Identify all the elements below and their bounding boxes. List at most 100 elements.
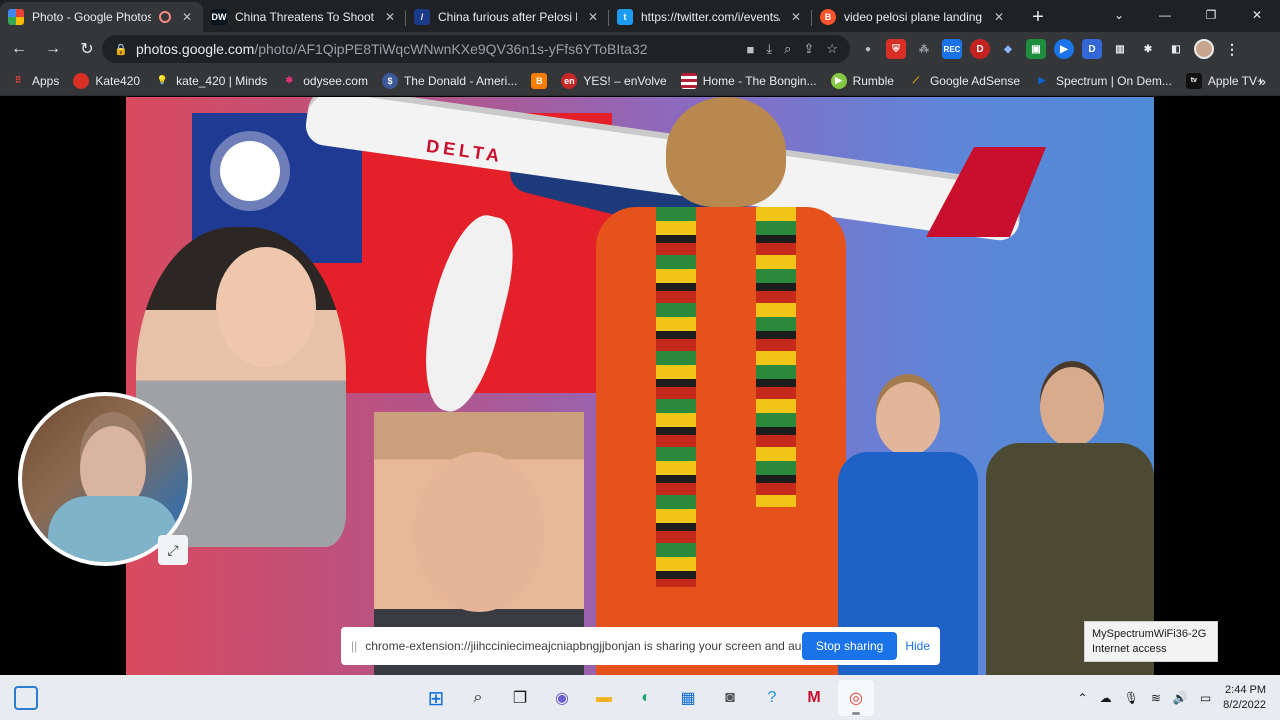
bookmark-odysee[interactable]: ✱ odysee.com bbox=[281, 73, 368, 89]
system-tray: ⌃ ☁ 🎙 ≋ 🔊 ▭ 2:44 PM 8/2/2022 bbox=[1078, 675, 1266, 720]
minimize-icon[interactable]: — bbox=[1142, 0, 1188, 30]
bookmark-label: odysee.com bbox=[303, 73, 368, 88]
bookmark-minds[interactable]: 💡 kate_420 | Minds bbox=[154, 73, 267, 89]
active-indicator bbox=[852, 712, 860, 715]
tab-label: China furious after Pelosi lan bbox=[438, 10, 577, 24]
edge-icon[interactable]: ◐ bbox=[628, 680, 664, 716]
dashlane-extension-icon[interactable]: D bbox=[1082, 39, 1102, 59]
bookmark-star-icon[interactable]: ☆ bbox=[826, 41, 838, 57]
bookmark-apple-tv[interactable]: tv Apple TV+ bbox=[1185, 72, 1264, 89]
shield-extension-icon[interactable]: ⛨ bbox=[886, 39, 906, 59]
url-path: /photo/AF1QipPE8TiWqcWNwnKXe9QV36n1s-yFf… bbox=[254, 41, 648, 57]
task-view-icon[interactable]: ❐ bbox=[502, 680, 538, 716]
forward-arrow-icon[interactable]: → bbox=[38, 34, 68, 64]
close-tab-icon[interactable]: ✕ bbox=[585, 10, 601, 24]
tab-video-pelosi[interactable]: B video pelosi plane landing ta ✕ bbox=[812, 2, 1015, 32]
tab-china-furious[interactable]: / China furious after Pelosi lan ✕ bbox=[406, 2, 609, 32]
volume-icon[interactable]: 🔊 bbox=[1173, 691, 1188, 705]
kneeling-woman-hair bbox=[666, 97, 786, 207]
expand-icon[interactable]: ⤢ bbox=[158, 535, 188, 565]
address-bar[interactable]: 🔒 photos.google.com/photo/AF1QipPE8TiWqc… bbox=[102, 35, 850, 63]
waving-woman-face bbox=[216, 247, 316, 367]
drop-extension-icon[interactable]: ● bbox=[858, 39, 878, 59]
restore-icon[interactable]: ❐ bbox=[1188, 0, 1234, 30]
onedrive-icon[interactable]: ☁ bbox=[1100, 691, 1112, 705]
stop-sharing-button[interactable]: Stop sharing bbox=[801, 632, 898, 660]
camera-app-icon[interactable]: ◙ bbox=[712, 680, 748, 716]
chevron-up-icon[interactable]: ⌃ bbox=[1078, 691, 1088, 705]
profile-avatar[interactable] bbox=[1194, 39, 1214, 59]
video-extension-icon[interactable]: ▶ bbox=[1054, 39, 1074, 59]
wifi-icon[interactable]: ≋ bbox=[1151, 691, 1161, 705]
side-panel-icon[interactable]: ◧ bbox=[1166, 39, 1186, 59]
zoom-icon[interactable]: ⌕ bbox=[784, 41, 791, 57]
camera-icon[interactable]: ■ bbox=[747, 42, 755, 57]
tab-twitter-events[interactable]: t https://twitter.com/i/events/ ✕ bbox=[609, 2, 812, 32]
microphone-icon[interactable]: 🎙 bbox=[1124, 691, 1139, 705]
windows-taskbar: ⊞ ⌕ ❐ ◉ ▬ ◐ ▦ ◙ ? M ◎ ⌃ ☁ 🎙 ≋ 🔊 ▭ 2:44 P… bbox=[0, 675, 1280, 720]
bookmark-the-donald[interactable]: $ The Donald - Ameri... bbox=[381, 72, 518, 89]
d-extension-icon[interactable]: D bbox=[970, 39, 990, 59]
bookmark-apps[interactable]: ⠿ Apps bbox=[10, 73, 60, 89]
close-window-icon[interactable]: ✕ bbox=[1234, 0, 1280, 30]
reading-mode-icon[interactable]: ▥ bbox=[1110, 39, 1130, 59]
drag-handle-icon[interactable]: || bbox=[351, 639, 357, 653]
start-windows-icon[interactable]: ⊞ bbox=[418, 680, 454, 716]
envolve-icon: en bbox=[561, 72, 578, 89]
closeup-face bbox=[414, 452, 544, 612]
bookmark-label: Kate420 bbox=[95, 73, 141, 88]
tab-google-photos[interactable]: Photo - Google Photos ✕ bbox=[0, 2, 203, 32]
tab-search-chevron-icon[interactable]: ⌄ bbox=[1096, 0, 1142, 30]
close-tab-icon[interactable]: ✕ bbox=[382, 10, 398, 24]
file-explorer-icon[interactable]: ▬ bbox=[586, 680, 622, 716]
close-tab-icon[interactable]: ✕ bbox=[179, 10, 195, 24]
chrome-taskbar-icon[interactable]: ◎ bbox=[838, 680, 874, 716]
search-icon[interactable]: ⌕ bbox=[460, 680, 496, 716]
lock-icon[interactable]: 🔒 bbox=[114, 43, 128, 56]
dots-extension-icon[interactable]: ⁂ bbox=[914, 39, 934, 59]
hide-button[interactable]: Hide bbox=[905, 639, 930, 653]
taskbar-clock[interactable]: 2:44 PM 8/2/2022 bbox=[1223, 683, 1266, 713]
red-dot-icon bbox=[73, 72, 90, 89]
extensions-puzzle-icon[interactable]: ✱ bbox=[1138, 39, 1158, 59]
bookmarks-overflow-icon[interactable]: » bbox=[1258, 73, 1266, 89]
spectrum-icon: ▶ bbox=[1038, 75, 1046, 85]
reload-icon[interactable]: ↻ bbox=[72, 34, 102, 64]
battery-icon[interactable]: ▭ bbox=[1200, 691, 1211, 705]
help-app-icon[interactable]: ? bbox=[754, 680, 790, 716]
rec-extension-icon[interactable]: REC bbox=[942, 39, 962, 59]
bookmark-envolve[interactable]: en YES! – enVolve bbox=[561, 72, 667, 89]
orange-suit bbox=[596, 207, 846, 675]
apps-grid-icon: ⠿ bbox=[14, 75, 22, 85]
bookmark-label: YES! – enVolve bbox=[583, 73, 667, 88]
wifi-status: Internet access bbox=[1092, 643, 1167, 655]
new-tab-button[interactable]: + bbox=[1023, 2, 1053, 32]
share-icon[interactable]: ⇪ bbox=[803, 41, 814, 57]
mcafee-icon[interactable]: M bbox=[796, 680, 832, 716]
brave-icon: B bbox=[820, 9, 836, 25]
green-extension-icon[interactable]: ▣ bbox=[1026, 39, 1046, 59]
bookmark-bongino[interactable]: Home - The Bongin... bbox=[680, 72, 817, 89]
menu-kebab-icon[interactable]: ⋮ bbox=[1222, 39, 1242, 59]
bookmark-blogger[interactable]: B bbox=[531, 72, 548, 89]
odysee-icon: ✱ bbox=[285, 75, 294, 85]
bookmark-kate420[interactable]: Kate420 bbox=[73, 72, 141, 89]
bookmark-adsense[interactable]: ⟋ Google AdSense bbox=[908, 73, 1020, 89]
store-icon[interactable]: ▦ bbox=[670, 680, 706, 716]
pin-extension-icon[interactable]: ◆ bbox=[998, 39, 1018, 59]
taiwan-island-shape bbox=[408, 207, 526, 419]
back-arrow-icon[interactable]: ← bbox=[4, 34, 34, 64]
photo-viewer: DELTA bbox=[0, 97, 1280, 675]
bookmark-rumble[interactable]: ▶ Rumble bbox=[830, 72, 894, 89]
tab-dw-china-threatens[interactable]: DW China Threatens To Shoot Do ✕ bbox=[203, 2, 406, 32]
bookmark-label: The Donald - Ameri... bbox=[403, 73, 518, 88]
install-app-icon[interactable]: ⤓ bbox=[766, 41, 772, 57]
photo-collage-image[interactable]: DELTA bbox=[126, 97, 1154, 675]
close-tab-icon[interactable]: ✕ bbox=[991, 10, 1007, 24]
chat-icon[interactable]: ◉ bbox=[544, 680, 580, 716]
widgets-icon[interactable] bbox=[14, 686, 38, 710]
bookmark-label: kate_420 | Minds bbox=[176, 73, 268, 88]
screen-share-notification: || chrome-extension://jiihcciniecimeajcn… bbox=[341, 627, 940, 665]
bookmark-spectrum[interactable]: ▶ Spectrum | On Dem... bbox=[1034, 73, 1172, 89]
close-tab-icon[interactable]: ✕ bbox=[788, 10, 804, 24]
